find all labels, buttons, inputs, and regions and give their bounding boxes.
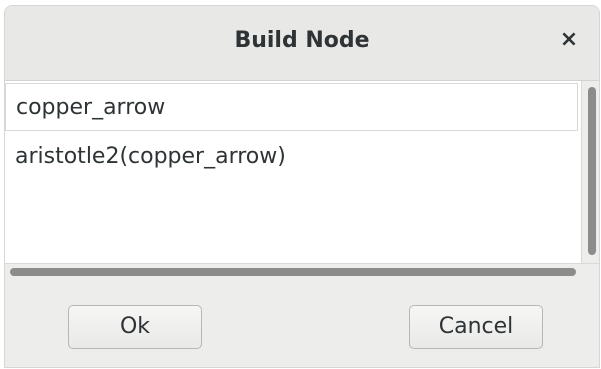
- cancel-button[interactable]: Cancel: [409, 305, 543, 349]
- dialog-title: Build Node: [234, 28, 370, 53]
- node-list: copper_arrow aristotle2(copper_arrow): [5, 81, 599, 281]
- horizontal-scrollbar[interactable]: [5, 263, 599, 281]
- close-icon[interactable]: ×: [555, 26, 583, 54]
- ok-button[interactable]: Ok: [68, 305, 202, 349]
- horizontal-scrollbar-thumb[interactable]: [10, 268, 576, 276]
- list-item[interactable]: aristotle2(copper_arrow): [5, 133, 578, 181]
- list-item-selected[interactable]: copper_arrow: [5, 83, 578, 131]
- vertical-scrollbar[interactable]: [581, 81, 599, 263]
- build-node-dialog: Build Node × copper_arrow aristotle2(cop…: [4, 5, 600, 368]
- dialog-titlebar: Build Node ×: [5, 6, 599, 81]
- vertical-scrollbar-thumb[interactable]: [588, 87, 596, 255]
